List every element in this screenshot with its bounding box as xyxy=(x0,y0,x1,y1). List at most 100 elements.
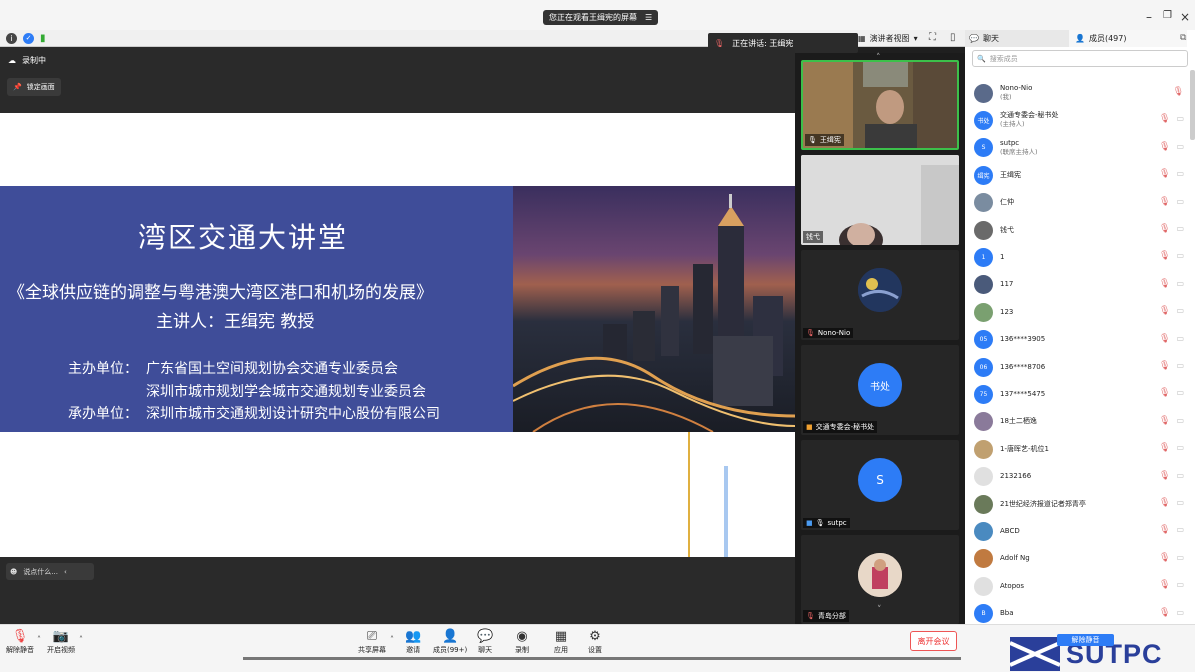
member-search-input[interactable]: 🔍 搜索成员 xyxy=(972,50,1188,67)
mic-muted-icon[interactable]: 🎙 xyxy=(1159,443,1170,453)
signal-icon[interactable]: ▮ xyxy=(40,33,46,44)
minimize-icon[interactable]: – xyxy=(1146,10,1152,24)
tab-chat[interactable]: 💬 聊天 xyxy=(965,30,1069,47)
chevron-up-icon[interactable]: ˄ xyxy=(79,635,83,644)
fullscreen-icon[interactable]: ⛶ xyxy=(929,32,936,43)
member-row[interactable]: Nono-Nio (我) 🎙 xyxy=(974,81,1186,105)
camera-icon[interactable]: ▭ xyxy=(1176,553,1184,563)
members-button[interactable]: 👤 成员(99+) xyxy=(433,630,467,655)
mic-muted-icon[interactable]: 🎙 xyxy=(1159,580,1170,590)
member-row[interactable]: 21世纪经济报道记者郑青亭 🎙 ▭ xyxy=(974,492,1186,516)
share-notice[interactable]: 您正在观看王缉宪的屏幕 ☰ xyxy=(543,10,659,25)
camera-icon[interactable]: ▭ xyxy=(1176,361,1184,371)
member-row[interactable]: ABCD 🎙 ▭ xyxy=(974,519,1186,543)
mic-muted-icon[interactable]: 🎙 xyxy=(1159,169,1170,179)
mic-muted-icon[interactable]: 🎙 xyxy=(1159,197,1170,207)
camera-icon[interactable]: ▭ xyxy=(1176,580,1184,590)
camera-icon[interactable]: ▭ xyxy=(1176,443,1184,453)
video-tile-4[interactable]: 书处 ■ 交通专委会-秘书处 xyxy=(801,345,959,435)
close-icon[interactable]: × xyxy=(1180,10,1190,24)
member-row[interactable]: Ssutpc (联席主持人) 🎙 ▭ xyxy=(974,136,1186,160)
chevron-down-icon[interactable]: ˅ xyxy=(877,605,882,615)
mic-muted-icon[interactable]: 🎙 xyxy=(1159,416,1170,426)
shield-icon[interactable]: ✓ xyxy=(23,33,34,44)
member-row[interactable]: 18土二栖逸 🎙 ▭ xyxy=(974,410,1186,434)
camera-icon[interactable]: ▭ xyxy=(1176,306,1184,316)
camera-icon[interactable]: ▭ xyxy=(1176,471,1184,481)
member-row[interactable]: 05 136****3905 🎙 ▭ xyxy=(974,328,1186,352)
camera-icon[interactable]: ▭ xyxy=(1176,169,1184,179)
mic-muted-icon[interactable]: 🎙 xyxy=(1159,553,1170,563)
mic-muted-icon[interactable]: 🎙 xyxy=(1159,525,1170,535)
member-row[interactable]: B Bba 🎙 ▭ xyxy=(974,602,1186,626)
mic-muted-icon[interactable]: 🎙 xyxy=(1159,306,1170,316)
member-row[interactable]: Atopos 🎙 ▭ xyxy=(974,574,1186,598)
member-list-scrollbar[interactable] xyxy=(1190,70,1195,140)
member-row[interactable]: 仁仲 🎙 ▭ xyxy=(974,191,1186,215)
chat-button[interactable]: 💬 聊天 xyxy=(477,630,493,655)
video-tile-name: 青岛分部 xyxy=(817,612,846,620)
camera-icon[interactable]: ▭ xyxy=(1176,334,1184,344)
pin-screen-button[interactable]: 📌 锁定画面 xyxy=(7,78,61,96)
video-tile-3[interactable]: 🎙 Nono-Nio xyxy=(801,250,959,340)
mic-muted-icon[interactable]: 🎙 xyxy=(1173,87,1184,97)
camera-icon[interactable]: ▭ xyxy=(1176,525,1184,535)
camera-icon[interactable]: ▭ xyxy=(1176,279,1184,289)
camera-icon[interactable]: ▭ xyxy=(1176,251,1184,261)
mic-muted-icon[interactable]: 🎙 xyxy=(1159,498,1170,508)
settings-button[interactable]: ⚙ 设置 xyxy=(588,630,602,655)
invite-button[interactable]: 👥 邀请 xyxy=(405,630,421,655)
camera-icon[interactable]: ▭ xyxy=(1176,608,1184,618)
tab-members[interactable]: 👤 成员(497) xyxy=(1069,30,1187,47)
popout-icon[interactable]: ⧉ xyxy=(1180,33,1186,43)
member-row[interactable]: 钱弋 🎙 ▭ xyxy=(974,218,1186,242)
leave-meeting-button[interactable]: 离开会议 xyxy=(910,631,957,651)
presenter-view-button[interactable]: ▦ 演讲者视图 ▾ xyxy=(858,31,958,45)
camera-icon[interactable]: ▭ xyxy=(1176,142,1184,152)
member-row[interactable]: 117 🎙 ▭ xyxy=(974,273,1186,297)
member-row[interactable]: 书处 交通专委会-秘书处 (主持人) 🎙 ▭ xyxy=(974,108,1186,132)
mic-muted-icon[interactable]: 🎙 xyxy=(1159,224,1170,234)
member-row[interactable]: 2132166 🎙 ▭ xyxy=(974,465,1186,489)
camera-icon[interactable]: ▭ xyxy=(1176,388,1184,398)
mic-muted-icon[interactable]: 🎙 xyxy=(1159,361,1170,371)
video-tile-2[interactable]: 钱弋 xyxy=(801,155,959,245)
chevron-left-icon[interactable]: ‹ xyxy=(64,568,67,576)
record-button[interactable]: ◉ 录制 xyxy=(515,630,529,655)
mic-muted-icon[interactable]: 🎙 xyxy=(1159,388,1170,398)
member-row[interactable]: 123 🎙 ▭ xyxy=(974,300,1186,324)
restore-icon[interactable]: ❐ xyxy=(1163,10,1172,21)
mic-muted-icon[interactable]: 🎙 xyxy=(1159,334,1170,344)
chevron-up-icon[interactable]: ˄ xyxy=(37,635,41,644)
mic-muted-icon[interactable]: 🎙 xyxy=(1159,608,1170,618)
camera-icon[interactable]: ▭ xyxy=(1176,114,1184,124)
camera-icon[interactable]: ▭ xyxy=(1176,197,1184,207)
chevron-up-icon[interactable]: ˄ xyxy=(390,635,394,644)
member-row[interactable]: 06 136****8706 🎙 ▭ xyxy=(974,355,1186,379)
mic-muted-icon[interactable]: 🎙 xyxy=(1159,279,1170,289)
info-icon[interactable]: i xyxy=(6,33,17,44)
video-tile-5[interactable]: S ■ 🎙 sutpc xyxy=(801,440,959,530)
start-video-button[interactable]: 📷 开启视频 xyxy=(47,630,75,655)
mic-muted-icon[interactable]: 🎙 xyxy=(1159,471,1170,481)
mic-muted-icon[interactable]: 🎙 xyxy=(1159,114,1170,124)
video-tile-6[interactable]: ˅ 🎙 青岛分部 xyxy=(801,535,959,624)
unmute-all-button[interactable]: 解除静音 xyxy=(1057,634,1114,646)
unmute-button[interactable]: 🎙 解除静音 xyxy=(6,630,34,655)
camera-icon[interactable]: ▭ xyxy=(1176,224,1184,234)
share-screen-button[interactable]: ⎚ 共享屏幕 xyxy=(358,630,386,655)
member-row[interactable]: 1-唐晖艺-机位1 🎙 ▭ xyxy=(974,437,1186,461)
camera-icon[interactable]: ▭ xyxy=(1176,416,1184,426)
camera-icon[interactable]: ▭ xyxy=(1176,498,1184,508)
member-row[interactable]: 缉宪 王缉宪 🎙 ▭ xyxy=(974,163,1186,187)
mic-muted-icon[interactable]: 🎙 xyxy=(1159,142,1170,152)
layout-icon[interactable]: ▯ xyxy=(950,32,956,43)
member-row[interactable]: 75 137****5475 🎙 ▭ xyxy=(974,382,1186,406)
member-row[interactable]: 1 1 🎙 ▭ xyxy=(974,245,1186,269)
member-row[interactable]: Adolf Ng 🎙 ▭ xyxy=(974,547,1186,571)
apps-button[interactable]: ▦ 应用 xyxy=(554,630,568,655)
menu-icon[interactable]: ☰ xyxy=(645,13,652,22)
mic-muted-icon[interactable]: 🎙 xyxy=(1159,251,1170,261)
video-tile-1[interactable]: 🎙 王缉宪 xyxy=(801,60,959,150)
comment-input[interactable]: ☻ 说点什么... ‹ xyxy=(6,563,94,580)
